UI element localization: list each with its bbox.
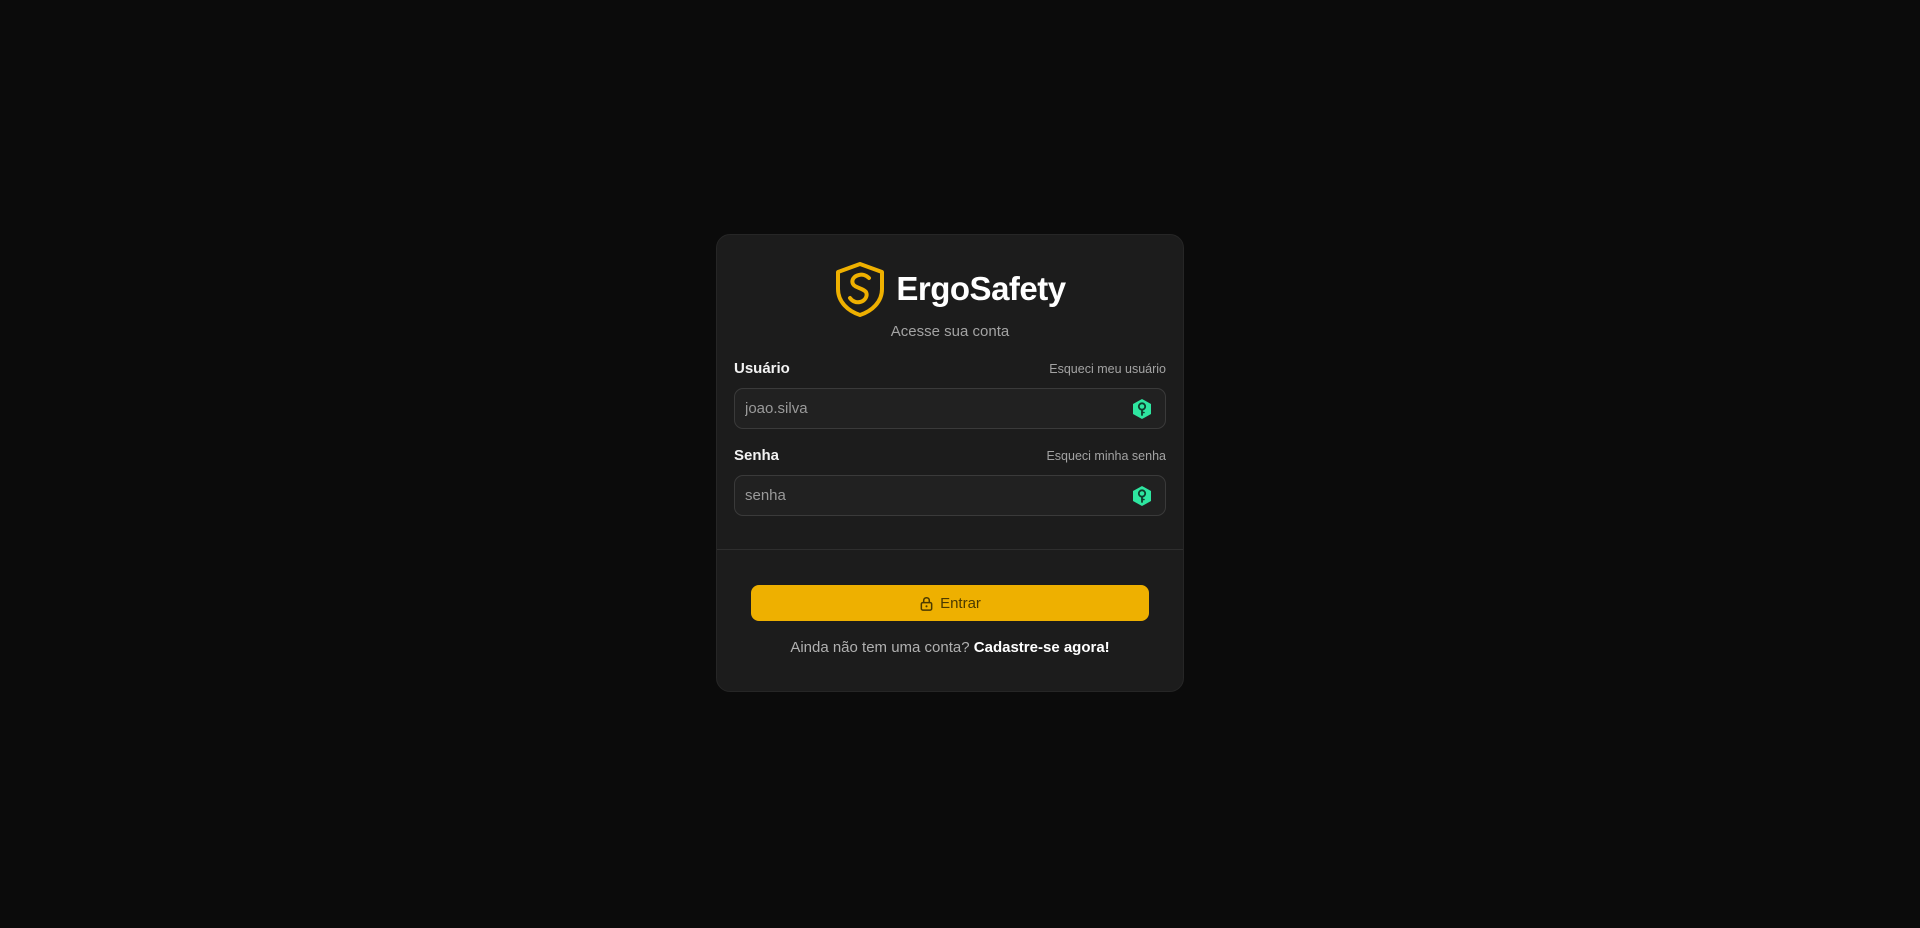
forgot-password-link[interactable]: Esqueci minha senha: [1046, 449, 1166, 463]
password-label-row: Senha Esqueci minha senha: [734, 447, 1166, 464]
login-button[interactable]: Entrar: [751, 585, 1149, 621]
forgot-username-link[interactable]: Esqueci meu usuário: [1049, 362, 1166, 376]
password-label: Senha: [734, 447, 780, 464]
shield-logo-icon: [836, 262, 885, 317]
brand-name: ErgoSafety: [896, 270, 1066, 307]
username-input[interactable]: [735, 389, 1165, 428]
username-label: Usuário: [734, 360, 790, 377]
username-label-row: Usuário Esqueci meu usuário: [734, 360, 1166, 377]
page-subtitle: Acesse sua conta: [890, 323, 1010, 340]
signup-link[interactable]: Cadastre-se agora!: [974, 639, 1110, 656]
signup-prompt-text: Ainda não tem uma conta?: [790, 639, 970, 656]
password-input[interactable]: [735, 476, 1165, 515]
password-field: [734, 475, 1166, 516]
brand-header: ErgoSafety: [717, 261, 1183, 317]
signup-prompt: Ainda não tem uma conta? Cadastre-se ago…: [717, 639, 1183, 656]
key-icon[interactable]: [1131, 398, 1153, 420]
key-icon[interactable]: [1131, 485, 1153, 507]
login-button-label: Entrar: [940, 594, 981, 612]
lock-icon: [920, 596, 933, 611]
username-field: [734, 388, 1166, 429]
divider: [717, 549, 1183, 550]
login-card: ErgoSafety Acesse sua conta Usuário Esqu…: [716, 234, 1184, 692]
